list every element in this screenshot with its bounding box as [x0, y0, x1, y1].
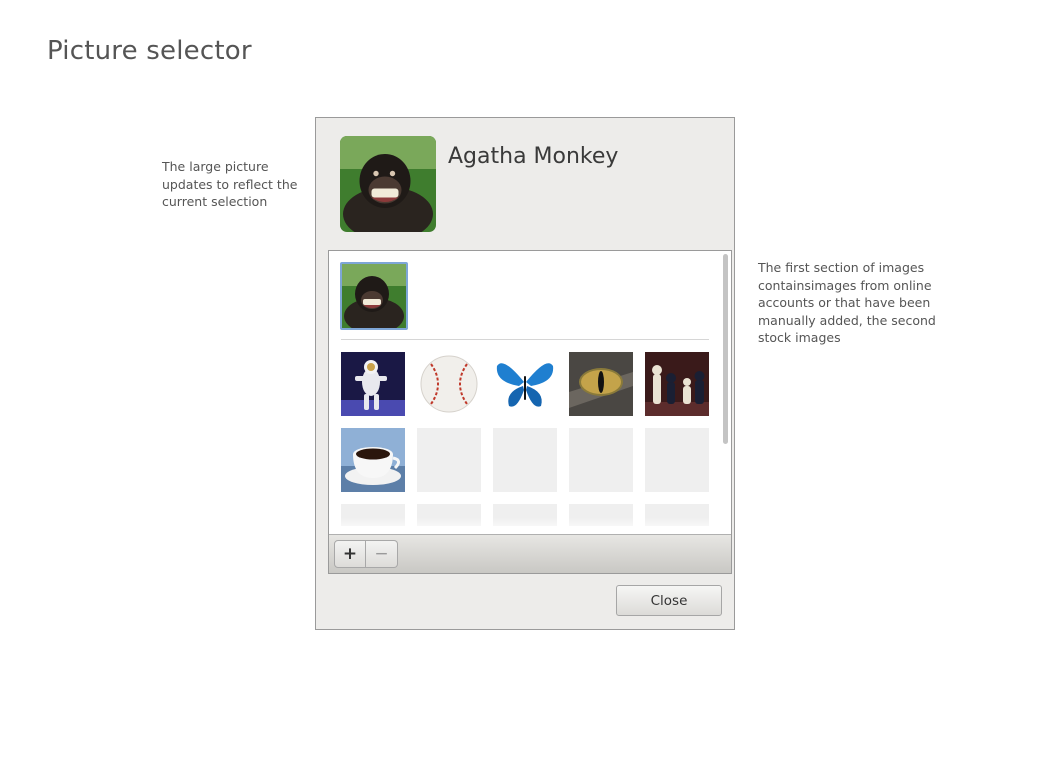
scrollbar[interactable]: [723, 254, 728, 444]
image-placeholder: [417, 504, 481, 526]
image-placeholder: [493, 428, 557, 492]
annotation-image-sections: The first section of images containsimag…: [758, 260, 936, 345]
image-placeholder: [569, 428, 633, 492]
stock-image-coffee-cup-photo[interactable]: [341, 428, 405, 492]
section-divider: [341, 339, 709, 340]
remove-image-button[interactable]: −: [366, 540, 398, 568]
image-placeholder: [645, 428, 709, 492]
annotation-large-picture: The large picture updates to reflect the…: [162, 159, 298, 209]
picker-toolbar: + −: [329, 534, 731, 573]
image-placeholder: [645, 504, 709, 526]
image-picker[interactable]: + −: [328, 250, 732, 574]
stock-image-astronaut-photo[interactable]: [341, 352, 405, 416]
image-placeholder: [569, 504, 633, 526]
user-name: Agatha Monkey: [448, 144, 619, 169]
page-title: Picture selector: [47, 36, 252, 66]
image-placeholder: [417, 428, 481, 492]
stock-image-baseball-photo[interactable]: [417, 352, 481, 416]
picture-selector-dialog: Agatha Monkey + − Close: [315, 117, 735, 630]
large-avatar-monkey-photo: [340, 136, 436, 232]
account-image-monkey-photo[interactable]: [340, 262, 408, 330]
image-placeholder: [493, 504, 557, 526]
stock-image-butterfly-photo[interactable]: [493, 352, 557, 416]
close-button[interactable]: Close: [616, 585, 722, 616]
image-placeholder: [341, 504, 405, 526]
stock-image-chess-photo[interactable]: [645, 352, 709, 416]
stock-image-cat-eye-photo[interactable]: [569, 352, 633, 416]
add-image-button[interactable]: +: [334, 540, 366, 568]
